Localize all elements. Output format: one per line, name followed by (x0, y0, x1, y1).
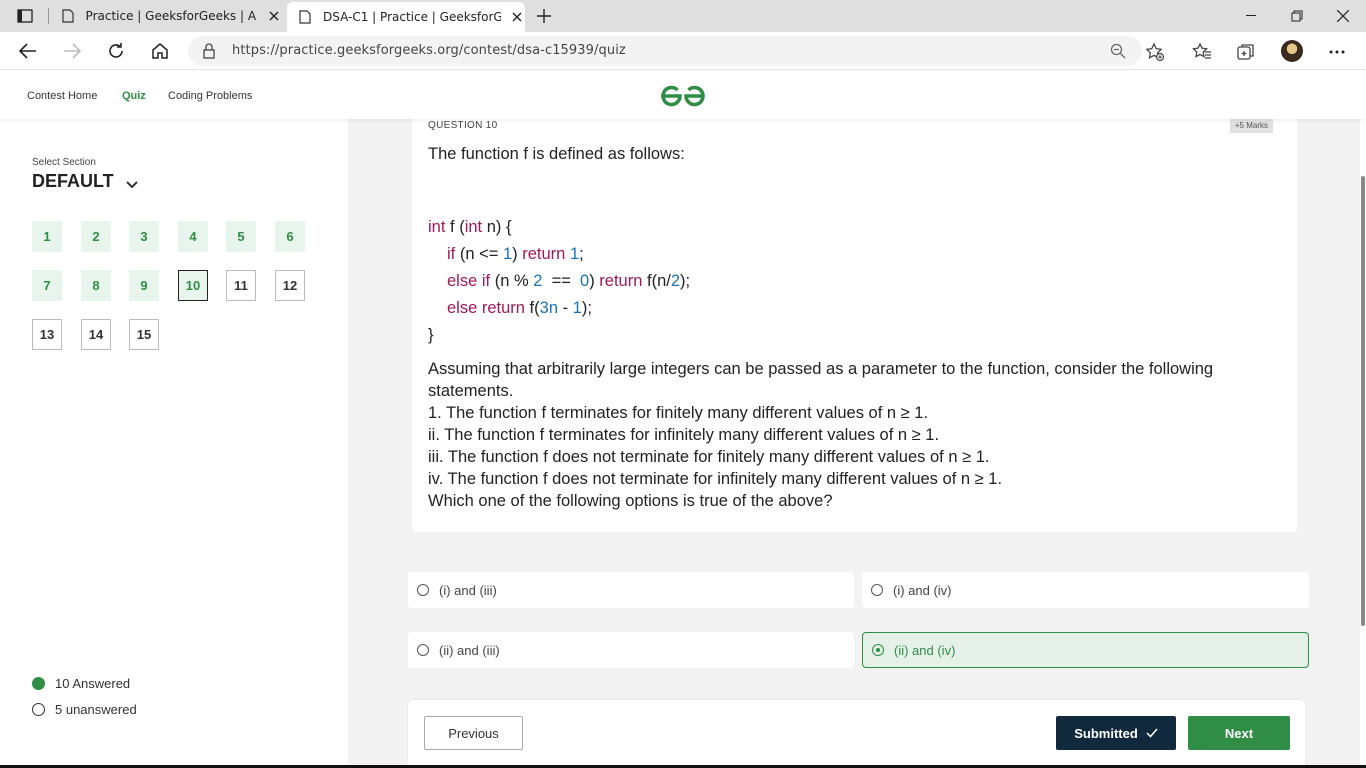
code-line: if (n <= 1) return 1; (447, 245, 584, 263)
option-label: (i) and (iv) (893, 582, 952, 598)
browser-tab-1[interactable]: Practice | GeeksforGeeks | A com (52, 0, 282, 32)
code-line: int f (int n) { (428, 218, 512, 236)
question-footer: Previous Submitted Next (408, 700, 1305, 768)
section-name: DEFAULT (32, 171, 114, 191)
submitted-label: Submitted (1074, 725, 1138, 741)
option-4[interactable]: (ii) and (iv) (862, 632, 1309, 668)
question-body: Assuming that arbitrarily large integers… (428, 358, 1258, 512)
quiz-link[interactable]: Quiz (122, 90, 146, 102)
answered-count: 10 Answered (55, 676, 131, 691)
close-tab-icon[interactable] (509, 9, 525, 25)
question-nav-button[interactable]: 8 (81, 270, 111, 301)
answered-dot-icon (32, 677, 45, 690)
page-icon (60, 8, 76, 24)
previous-button[interactable]: Previous (424, 716, 523, 750)
back-icon[interactable] (15, 39, 41, 63)
minimize-icon[interactable] (1228, 0, 1274, 32)
question-nav-button[interactable]: 5 (226, 221, 256, 252)
radio-icon[interactable] (871, 584, 883, 596)
collections-icon[interactable] (1235, 41, 1257, 63)
chevron-down-icon (125, 173, 138, 194)
url-text: https://practice.geeksforgeeks.org/conte… (232, 43, 626, 58)
question-nav-button[interactable]: 11 (226, 270, 256, 301)
option-label: (ii) and (iii) (439, 642, 500, 658)
new-tab-icon[interactable] (534, 6, 554, 26)
tab-separator (48, 8, 49, 24)
unanswered-legend: 5 unanswered (32, 702, 137, 717)
code-line: } (428, 326, 434, 344)
url-field[interactable]: https://practice.geeksforgeeks.org/conte… (188, 36, 1142, 66)
code-block: int f (int n) { if (n <= 1) return 1; el… (428, 214, 690, 349)
question-nav-button[interactable]: 4 (178, 221, 208, 252)
statement-1: 1. The function f terminates for finitel… (428, 404, 929, 422)
close-tab-icon[interactable] (266, 8, 282, 24)
tab-actions-icon[interactable] (10, 6, 40, 26)
option-3[interactable]: (ii) and (iii) (408, 632, 854, 668)
lock-icon[interactable] (202, 43, 216, 63)
forward-icon[interactable] (59, 39, 85, 63)
question-area: QUESTION 10 +5 Marks The function f is d… (348, 119, 1360, 768)
question-nav-button[interactable]: 12 (275, 270, 305, 301)
statement-3: iii. The function f does not terminate f… (428, 448, 990, 466)
zoom-icon[interactable] (1110, 43, 1126, 63)
marks-badge: +5 Marks (1229, 119, 1273, 133)
tab-title: DSA-C1 | Practice | GeeksforGeeks (323, 10, 501, 24)
refresh-icon[interactable] (103, 39, 129, 63)
check-icon (1146, 728, 1158, 738)
statement-2: ii. The function f terminates for infini… (428, 426, 940, 444)
statement-4: iv. The function f does not terminate fo… (428, 470, 1003, 488)
question-intro: The function f is defined as follows: (428, 145, 685, 163)
question-paragraph: Assuming that arbitrarily large integers… (428, 360, 1214, 400)
question-prompt: Which one of the following options is tr… (428, 492, 833, 510)
browser-tab-2[interactable]: DSA-C1 | Practice | GeeksforGeeks (287, 2, 525, 32)
favorites-icon[interactable] (1191, 41, 1213, 63)
site-top-nav: Contest Home Quiz Coding Problems (0, 71, 1366, 119)
tab-title: Practice | GeeksforGeeks | A com (85, 9, 259, 23)
question-number: QUESTION 10 (428, 120, 498, 131)
restore-icon[interactable] (1274, 0, 1320, 32)
coding-problems-link[interactable]: Coding Problems (168, 90, 252, 102)
radio-selected-icon[interactable] (872, 644, 884, 656)
question-nav-button[interactable]: 3 (129, 221, 159, 252)
question-nav-button[interactable]: 10 (178, 270, 208, 301)
question-nav-button[interactable]: 2 (81, 221, 111, 252)
section-dropdown[interactable]: DEFAULT (32, 169, 138, 194)
home-icon[interactable] (147, 39, 173, 63)
scrollbar-thumb[interactable] (1361, 176, 1365, 626)
radio-icon[interactable] (417, 584, 429, 596)
page: Contest Home Quiz Coding Problems Select… (0, 71, 1366, 768)
code-line: else return f(3n - 1); (447, 299, 592, 317)
question-nav-button[interactable]: 7 (32, 270, 62, 301)
question-nav-button[interactable]: 6 (275, 221, 305, 252)
answered-legend: 10 Answered (32, 676, 130, 691)
question-sidebar: Select Section DEFAULT 1 2 3 4 5 6 7 8 9 10 11 12 13… (0, 119, 348, 768)
address-bar-row: https://practice.geeksforgeeks.org/conte… (0, 32, 1366, 70)
contest-home-link[interactable]: Contest Home (27, 90, 97, 102)
page-icon (297, 9, 313, 25)
option-label: (i) and (iii) (439, 582, 497, 598)
gfg-logo-icon[interactable] (659, 83, 707, 113)
question-nav-button[interactable]: 1 (32, 221, 62, 252)
more-options-icon[interactable] (1326, 41, 1348, 63)
profile-avatar[interactable] (1281, 40, 1303, 62)
code-line: else if (n % 2 == 0) return f(n/2); (447, 272, 691, 290)
radio-icon[interactable] (417, 644, 429, 656)
question-nav-button[interactable]: 14 (81, 319, 111, 350)
option-label: (ii) and (iv) (894, 642, 956, 658)
close-window-icon[interactable] (1320, 0, 1366, 32)
question-nav-button[interactable]: 13 (32, 319, 62, 350)
option-1[interactable]: (i) and (iii) (408, 572, 854, 608)
unanswered-count: 5 unanswered (55, 702, 137, 717)
select-section-label: Select Section (32, 157, 96, 168)
question-nav-button[interactable]: 9 (129, 270, 159, 301)
add-favorite-icon[interactable] (1144, 41, 1166, 63)
unanswered-dot-icon (32, 703, 45, 716)
browser-tab-bar: Practice | GeeksforGeeks | A com DSA-C1 … (0, 0, 1366, 32)
option-2[interactable]: (i) and (iv) (862, 572, 1309, 608)
submitted-button[interactable]: Submitted (1056, 716, 1176, 750)
question-nav-button[interactable]: 15 (129, 319, 159, 350)
next-button[interactable]: Next (1188, 716, 1290, 750)
question-card: QUESTION 10 +5 Marks The function f is d… (412, 119, 1297, 532)
